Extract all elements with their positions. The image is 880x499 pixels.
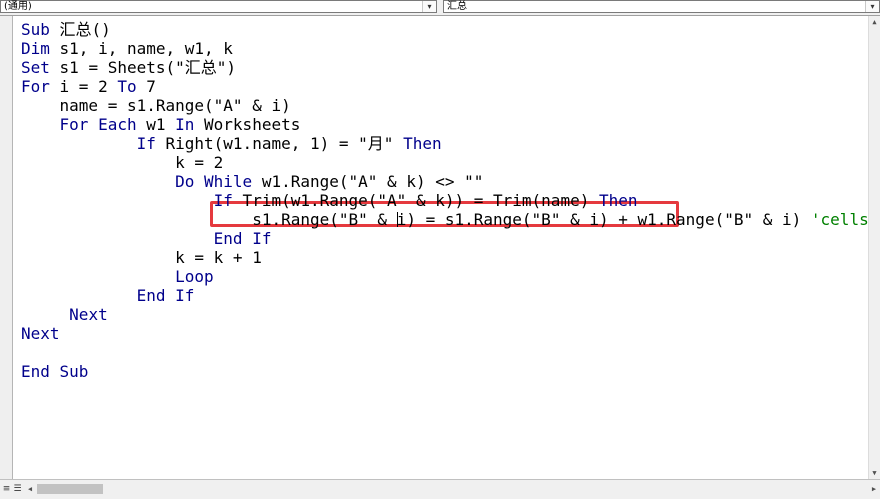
code-line[interactable]: If Right(w1.name, 1) = "月" Then xyxy=(21,134,442,153)
code-text: 7 xyxy=(136,77,156,96)
code-text: Worksheets xyxy=(194,115,301,134)
code-keyword: Then xyxy=(403,134,442,153)
scroll-left-icon[interactable]: ◀ xyxy=(24,482,36,496)
code-line[interactable]: s1.Range("B" & i) = s1.Range("B" & i) + … xyxy=(21,210,868,229)
code-keyword: End If xyxy=(213,229,272,248)
code-line[interactable]: End If xyxy=(21,286,195,305)
code-line[interactable]: Loop xyxy=(21,267,214,286)
code-line[interactable]: Next xyxy=(21,305,108,324)
code-keyword: End If xyxy=(136,286,195,305)
code-keyword: Next xyxy=(21,324,60,343)
code-text: s1, i, name, w1, k xyxy=(49,39,233,58)
code-keyword: To xyxy=(117,77,137,96)
code-text: 汇总() xyxy=(49,20,111,39)
code-keyword: Sub xyxy=(21,20,50,39)
code-comment: 'cells(i, xyxy=(810,210,868,229)
code-line[interactable]: name = s1.Range("A" & i) xyxy=(21,96,291,115)
code-keyword: Next xyxy=(69,305,108,324)
object-combo-value: (通用) xyxy=(4,1,32,12)
scroll-thumb[interactable] xyxy=(37,484,103,494)
code-line[interactable]: For i = 2 To 7 xyxy=(21,77,156,96)
code-line[interactable]: If Trim(w1.Range("A" & k)) = Trim(name) … xyxy=(21,191,638,210)
code-line[interactable]: End If xyxy=(21,229,272,248)
vertical-scrollbar[interactable]: ▲ ▼ xyxy=(868,16,880,479)
code-text: Trim(w1.Range("A" & k)) = Trim(name) xyxy=(232,191,599,210)
horizontal-scrollbar[interactable]: ◀ ▶ xyxy=(24,482,880,496)
full-module-view-icon[interactable]: ☰ xyxy=(12,482,23,496)
procedure-combo[interactable]: 汇总 ▾ xyxy=(443,0,880,13)
scroll-right-icon[interactable]: ▶ xyxy=(868,482,880,496)
code-text: s1 = Sheets("汇总") xyxy=(49,58,237,77)
code-line[interactable]: Set s1 = Sheets("汇总") xyxy=(21,58,236,77)
code-text: i = 2 xyxy=(49,77,118,96)
code-text: Right(w1.name, 1) = "月" xyxy=(155,134,404,153)
margin-indicator-bar[interactable] xyxy=(0,16,13,479)
code-line[interactable]: k = 2 xyxy=(21,153,223,172)
code-line[interactable]: For Each w1 In Worksheets xyxy=(21,115,301,134)
code-text: name = s1.Range("A" & i) xyxy=(21,96,291,115)
chevron-down-icon[interactable]: ▾ xyxy=(422,1,436,12)
code-text: i) = s1.Range("B" & i) + w1.Range("B" & … xyxy=(396,210,811,229)
code-keyword: For Each xyxy=(59,115,137,134)
code-keyword: For xyxy=(21,77,50,96)
code-line[interactable]: k = k + 1 xyxy=(21,248,262,267)
code-text: k = 2 xyxy=(21,153,224,172)
code-keyword: Do While xyxy=(175,172,253,191)
scroll-up-icon[interactable]: ▲ xyxy=(869,16,880,28)
code-keyword: Dim xyxy=(21,39,50,58)
code-line[interactable]: Do While w1.Range("A" & k) <> "" xyxy=(21,172,483,191)
code-keyword: If xyxy=(213,191,233,210)
code-keyword: In xyxy=(175,115,195,134)
scroll-down-icon[interactable]: ▼ xyxy=(869,467,880,479)
code-text: w1 xyxy=(136,115,176,134)
code-keyword: If xyxy=(136,134,156,153)
object-combo[interactable]: (通用) ▾ xyxy=(0,0,437,13)
code-keyword: End Sub xyxy=(21,362,89,381)
code-keyword: Then xyxy=(598,191,638,210)
code-text: w1.Range("A" & k) <> "" xyxy=(252,172,484,191)
bottom-bar: ≡ ☰ ◀ ▶ xyxy=(0,479,880,499)
procedure-combo-value: 汇总 xyxy=(447,1,467,12)
code-line[interactable]: Sub 汇总() xyxy=(21,20,111,39)
procedure-view-icon[interactable]: ≡ xyxy=(1,482,12,496)
code-line[interactable]: Next xyxy=(21,324,60,343)
code-keyword: Loop xyxy=(175,267,214,286)
code-text: k = k + 1 xyxy=(21,248,262,267)
code-text: s1.Range("B" & xyxy=(21,210,397,229)
code-window-toolbar: (通用) ▾ 汇总 ▾ xyxy=(0,0,880,16)
code-line[interactable]: End Sub xyxy=(21,362,88,381)
chevron-down-icon[interactable]: ▾ xyxy=(865,1,879,12)
code-line[interactable]: Dim s1, i, name, w1, k xyxy=(21,39,233,58)
code-editor[interactable]: Sub 汇总() Dim s1, i, name, w1, k Set s1 = S… xyxy=(13,16,868,479)
code-keyword: Set xyxy=(21,58,50,77)
